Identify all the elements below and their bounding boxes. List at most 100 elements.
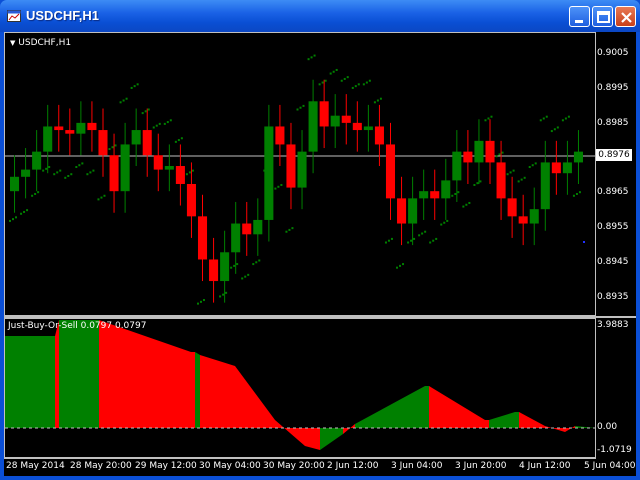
sar-dot <box>362 83 365 86</box>
close-icon <box>621 12 632 23</box>
indicator-band <box>565 426 575 432</box>
candle-body <box>142 130 152 156</box>
sar-dot <box>222 293 225 296</box>
candle-body <box>352 122 362 131</box>
candle-body <box>54 126 64 131</box>
sar-dot <box>523 176 526 179</box>
sar-dot <box>368 79 371 82</box>
sar-dot <box>163 122 166 125</box>
candle-body <box>209 259 219 282</box>
candles <box>10 79 583 303</box>
sar-dot <box>247 273 250 276</box>
candle-body <box>474 140 484 163</box>
time-label: 29 May 12:00 <box>135 461 197 471</box>
indicator-band <box>343 424 355 434</box>
sar-dot <box>429 241 432 244</box>
candle-body <box>452 151 462 181</box>
indicator-band <box>59 320 95 428</box>
maximize-button[interactable] <box>592 6 613 27</box>
sar-dot <box>219 295 222 298</box>
time-label: 5 Jun 04:00 <box>584 461 636 471</box>
candle-body <box>551 162 561 174</box>
sar-dot <box>130 86 133 89</box>
candle-body <box>441 180 451 199</box>
time-label: 3 Jun 04:00 <box>391 461 443 471</box>
indicator-band <box>320 428 343 450</box>
sar-dot <box>384 241 387 244</box>
sar-dot <box>454 192 457 195</box>
indicator-band <box>355 386 425 428</box>
sar-dot <box>534 162 537 165</box>
sar-dot <box>418 234 421 237</box>
indicator-chart <box>5 320 596 450</box>
candle-body <box>330 115 340 127</box>
candle-body <box>463 151 473 163</box>
indicator-band <box>515 412 519 428</box>
time-label: 3 Jun 20:00 <box>455 461 507 471</box>
sar-dot <box>64 176 67 179</box>
sar-dot <box>236 263 239 266</box>
candle-body <box>76 122 86 134</box>
minimize-button[interactable] <box>569 6 590 27</box>
sar-dot <box>196 302 199 305</box>
y-label: 0.8955 <box>597 222 629 232</box>
price-chart-panel[interactable] <box>4 32 596 327</box>
current-price-box: 0.8976 <box>596 149 632 161</box>
y-label: 0.9005 <box>597 48 629 58</box>
candle-body <box>186 183 196 217</box>
candle-body <box>109 155 119 192</box>
time-axis-line <box>4 458 596 459</box>
sar-dot <box>432 239 435 242</box>
sar-dot <box>97 198 100 201</box>
sar-dot <box>81 162 84 165</box>
sar-dot <box>174 140 177 143</box>
indicator-y-label: 0.00 <box>597 422 618 432</box>
indicator-histogram <box>5 320 596 450</box>
sar-dot <box>373 101 376 104</box>
sar-dot <box>379 97 382 100</box>
indicator-y-label: -1.0719 <box>597 445 632 455</box>
candle-body <box>573 151 583 163</box>
sar-dot <box>288 228 291 231</box>
sar-dot <box>446 219 449 222</box>
candle-body <box>341 115 351 123</box>
sar-dot <box>111 146 114 149</box>
sar-dot <box>20 212 23 215</box>
indicator-band <box>575 426 596 428</box>
indicator-band <box>519 412 545 428</box>
sar-dot <box>468 201 471 204</box>
sar-dot <box>451 194 454 197</box>
indicator-panel[interactable] <box>4 318 596 458</box>
candle-body <box>275 126 285 145</box>
indicator-y-label: 3.9883 <box>597 320 629 330</box>
sar-dot <box>48 166 51 169</box>
candle-body <box>231 223 241 253</box>
indicator-label: Just-Buy-Or-Sell 0.0797 0.0797 <box>8 321 147 331</box>
sar-dot <box>147 108 150 111</box>
sar-dot <box>199 300 202 303</box>
sar-dot <box>520 178 523 181</box>
indicator-band <box>195 352 200 428</box>
sar-dot <box>376 99 379 102</box>
sar-dot <box>158 122 161 125</box>
y-label: 0.8945 <box>597 257 629 267</box>
dropdown-triangle-icon[interactable]: ▼ <box>10 39 15 47</box>
sar-dot <box>23 210 26 213</box>
sar-dot <box>269 166 272 169</box>
sar-dot <box>578 191 581 194</box>
candle-body <box>43 126 53 152</box>
candle-body <box>220 252 230 282</box>
candle-body <box>518 216 528 224</box>
candle-body <box>363 126 373 131</box>
candle-body <box>32 151 42 170</box>
sar-dot <box>399 264 402 267</box>
sar-dot <box>335 68 338 71</box>
close-button[interactable] <box>615 6 636 27</box>
symbol-label: ▼ USDCHF,H1 <box>10 38 71 48</box>
candle-body <box>496 162 506 199</box>
title-bar[interactable]: USDCHF,H1 <box>0 0 640 32</box>
candle-body <box>197 216 208 260</box>
candle-body <box>529 209 539 224</box>
sar-dot <box>550 130 553 133</box>
sar-dot <box>572 194 575 197</box>
